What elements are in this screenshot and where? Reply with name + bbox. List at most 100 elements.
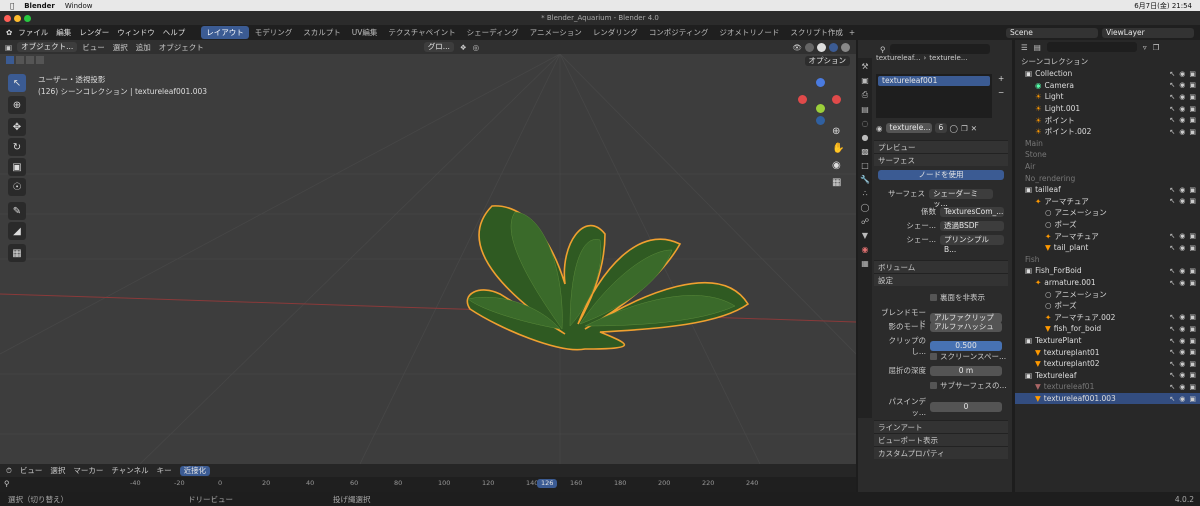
select-box-tool-icon[interactable]: ↖	[8, 74, 26, 92]
viewport-menu-3[interactable]: オブジェクト	[159, 42, 204, 53]
ortho-grid-icon[interactable]: ▦	[832, 177, 844, 188]
viewlayer-selector[interactable]: ViewLayer	[1102, 27, 1194, 38]
eye-icon[interactable]: ◉	[1179, 395, 1185, 403]
gizmo-z-neg-icon[interactable]	[816, 116, 825, 125]
outliner-search-field[interactable]	[1046, 42, 1137, 52]
output-tab-icon[interactable]: ⎙	[862, 90, 868, 100]
camera-render-icon[interactable]: ▣	[1189, 116, 1196, 124]
select-toggle-icon[interactable]: ↖	[1169, 186, 1175, 194]
select-new-icon[interactable]	[6, 56, 14, 64]
world-tab-icon[interactable]: ●	[862, 133, 869, 142]
workspace-tab-3[interactable]: UV編集	[347, 26, 383, 39]
outliner-row[interactable]: ○ ポーズ	[1015, 300, 1200, 312]
timeline-editor-icon[interactable]: ⏱	[6, 466, 12, 476]
display-mode-icon[interactable]: ▤	[1034, 43, 1041, 52]
scene-tab-icon[interactable]: ◌	[862, 119, 869, 128]
workspace-tab-5[interactable]: シェーディング	[462, 26, 524, 39]
eye-icon[interactable]: ◉	[1179, 197, 1185, 205]
pass-index-field[interactable]: 0	[930, 402, 1002, 412]
camera-render-icon[interactable]: ▣	[1189, 232, 1196, 240]
leaf-plant-object[interactable]	[0, 54, 856, 464]
data-tab-icon[interactable]: ▼	[862, 231, 868, 240]
physics-tab-icon[interactable]: ◯	[861, 203, 870, 212]
camera-render-icon[interactable]: ▣	[1189, 337, 1196, 345]
close-button[interactable]	[4, 14, 11, 22]
visibility-toggles[interactable]: ↖ ◉ ▣	[1169, 395, 1196, 403]
visibility-toggles[interactable]: ↖ ◉ ▣	[1169, 116, 1196, 124]
select-toggle-icon[interactable]: ↖	[1169, 360, 1175, 368]
section-surface[interactable]: サーフェス	[874, 153, 1008, 166]
eye-icon[interactable]: ◉	[1179, 348, 1185, 356]
zoom-icon[interactable]: ⊕	[832, 126, 844, 137]
shadow-mode-dropdown[interactable]: アルファハッシュ	[930, 321, 1002, 332]
filter-icon[interactable]: ▿	[1143, 43, 1147, 52]
timeline-menu-4[interactable]: キー	[157, 465, 172, 476]
select-toggle-icon[interactable]: ↖	[1169, 197, 1175, 205]
editor-type-icon[interactable]: ▣	[5, 43, 12, 52]
visibility-toggles[interactable]: ↖ ◉ ▣	[1169, 267, 1196, 275]
timeline-menu-1[interactable]: 選択	[50, 465, 65, 476]
workspace-tab-0[interactable]: レイアウト	[201, 26, 249, 39]
eye-icon[interactable]: ◉	[1179, 81, 1185, 89]
material-tab-icon[interactable]: ◉	[862, 245, 869, 254]
app-menu[interactable]: Blender	[24, 2, 55, 10]
camera-render-icon[interactable]: ▣	[1189, 395, 1196, 403]
use-nodes-button[interactable]: ノードを使用	[878, 170, 1004, 180]
outliner-row[interactable]: Fish	[1015, 254, 1200, 266]
outliner-row[interactable]: ▼ fish_for_boid ↖ ◉ ▣	[1015, 323, 1200, 335]
backface-checkbox[interactable]	[930, 294, 937, 301]
3d-viewport[interactable]: ユーザー・透視投影 (126) シーンコレクション | textureleaf0…	[0, 54, 856, 464]
select-toggle-icon[interactable]: ↖	[1169, 371, 1175, 379]
frame-ruler[interactable]: -40 -20 0 20 40 60 80 100 120 140 160 180 200 220 240	[130, 479, 850, 491]
workspace-tab-1[interactable]: モデリング	[250, 26, 298, 39]
outliner-row[interactable]: ▼ textureleaf01 ↖ ◉ ▣	[1015, 381, 1200, 393]
section-viewport-display[interactable]: ビューポート表示	[874, 433, 1008, 446]
visibility-toggles[interactable]: ↖ ◉ ▣	[1169, 337, 1196, 345]
eye-icon[interactable]: ◉	[1179, 232, 1185, 240]
eye-icon[interactable]: ◉	[1179, 93, 1185, 101]
current-frame-indicator[interactable]: 126	[537, 479, 558, 488]
material-slot-list[interactable]: textureleaf001	[876, 74, 992, 118]
menu-4[interactable]: ヘルプ	[163, 28, 186, 37]
eye-icon[interactable]: ◉	[1179, 337, 1185, 345]
select-toggle-icon[interactable]: ↖	[1169, 232, 1175, 240]
outliner-row[interactable]: ◉ Camera ↖ ◉ ▣	[1015, 80, 1200, 92]
menu-0[interactable]: ファイル	[18, 28, 48, 37]
eye-icon[interactable]: ◉	[1179, 383, 1185, 391]
menu-2[interactable]: レンダー	[79, 28, 109, 37]
visibility-toggles[interactable]: ↖ ◉ ▣	[1169, 383, 1196, 391]
outliner-row[interactable]: ▼ textureplant01 ↖ ◉ ▣	[1015, 346, 1200, 358]
remove-slot-button[interactable]: −	[998, 88, 1004, 97]
window-menu[interactable]: Window	[65, 2, 93, 10]
visibility-toggles[interactable]: ↖ ◉ ▣	[1169, 105, 1196, 113]
workspace-tab-6[interactable]: アニメーション	[525, 26, 587, 39]
select-toggle-icon[interactable]: ↖	[1169, 93, 1175, 101]
camera-render-icon[interactable]: ▣	[1189, 70, 1196, 78]
add-slot-button[interactable]: +	[998, 74, 1004, 83]
visibility-icon[interactable]: 👁	[792, 43, 802, 52]
cursor-tool-icon[interactable]: ⊕	[8, 96, 26, 114]
view-layer-tab-icon[interactable]: ▤	[861, 105, 869, 114]
visibility-toggles[interactable]: ↖ ◉ ▣	[1169, 279, 1196, 287]
camera-render-icon[interactable]: ▣	[1189, 244, 1196, 252]
outliner-row[interactable]: ▼ textureleaf001.003 ↖ ◉ ▣	[1015, 392, 1200, 405]
mode-selector[interactable]: オブジェクト...	[17, 42, 78, 52]
workspace-tab-8[interactable]: コンポジティング	[644, 26, 714, 39]
section-volume[interactable]: ボリューム	[874, 260, 1008, 273]
viewport-menu-2[interactable]: 追加	[136, 42, 151, 53]
move-tool-icon[interactable]: ✥	[8, 118, 26, 136]
outliner-row[interactable]: ▣ Fish_ForBoid ↖ ◉ ▣	[1015, 265, 1200, 277]
timeline-search-icon[interactable]: ⚲	[4, 479, 10, 488]
shader2-field[interactable]: プリンシプルB...	[940, 234, 1004, 254]
select-toggle-icon[interactable]: ↖	[1169, 395, 1175, 403]
scene-selector[interactable]: Scene	[1006, 27, 1098, 38]
viewport-menu-0[interactable]: ビュー	[82, 42, 105, 53]
options-dropdown[interactable]: オプション	[804, 56, 850, 66]
eye-icon[interactable]: ◉	[1179, 116, 1185, 124]
outliner-row[interactable]: ▣ Collection ↖ ◉ ▣	[1015, 68, 1200, 80]
timeline-editor[interactable]: ⏱ ビュー 選択 マーカー チャンネル キー 近接化 ⚲ -40 -20 0 20 40 60 80…	[0, 464, 856, 492]
shading-material-icon[interactable]	[829, 42, 838, 52]
shading-wire-icon[interactable]	[805, 42, 814, 52]
snap-nearest-toggle[interactable]: 近接化	[179, 465, 211, 476]
snap-icon[interactable]: ❖	[460, 43, 467, 52]
